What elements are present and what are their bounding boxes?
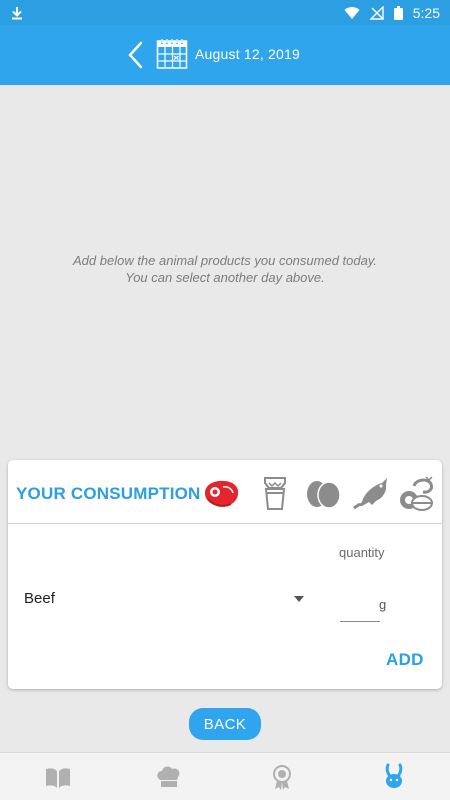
instruction-text: Add below the animal products you consum… xyxy=(0,252,450,286)
consumption-header: YOUR CONSUMPTION xyxy=(8,460,442,524)
rabbit-icon[interactable] xyxy=(380,763,408,791)
sweets-icon[interactable] xyxy=(396,472,438,514)
quantity-label: quantity xyxy=(339,545,385,560)
award-icon[interactable] xyxy=(268,763,296,791)
instruction-line-2: You can select another day above. xyxy=(125,270,325,285)
quantity-input[interactable] xyxy=(340,594,380,622)
battery-icon xyxy=(393,5,403,20)
calendar-icon[interactable] xyxy=(156,38,188,70)
wifi-icon xyxy=(344,6,360,19)
unit-label: g xyxy=(379,597,387,612)
consumption-card: YOUR CONSUMPTION quantity Beef g ADD xyxy=(8,460,442,689)
download-icon xyxy=(12,6,22,19)
consumption-title: YOUR CONSUMPTION xyxy=(16,484,201,503)
selected-date[interactable]: August 12, 2019 xyxy=(195,46,300,62)
steak-icon[interactable] xyxy=(200,472,242,514)
signal-off-icon xyxy=(369,5,384,20)
clock: 5:25 xyxy=(412,4,440,21)
chevron-down-icon xyxy=(294,596,304,602)
milk-icon[interactable] xyxy=(254,472,296,514)
bottom-navigation xyxy=(0,752,450,800)
product-dropdown[interactable]: Beef xyxy=(24,586,304,616)
instruction-line-1: Add below the animal products you consum… xyxy=(73,253,377,268)
back-chevron-icon[interactable] xyxy=(124,40,148,70)
add-button[interactable]: ADD xyxy=(386,650,424,670)
product-dropdown-value: Beef xyxy=(24,590,55,607)
chef-hat-icon[interactable] xyxy=(155,763,183,791)
egg-icon[interactable] xyxy=(302,472,344,514)
status-bar: 5:25 xyxy=(0,0,450,25)
back-button[interactable]: BACK xyxy=(189,708,261,740)
fish-icon[interactable] xyxy=(350,472,392,514)
app-bar: August 12, 2019 xyxy=(0,25,450,85)
book-icon[interactable] xyxy=(44,763,72,791)
